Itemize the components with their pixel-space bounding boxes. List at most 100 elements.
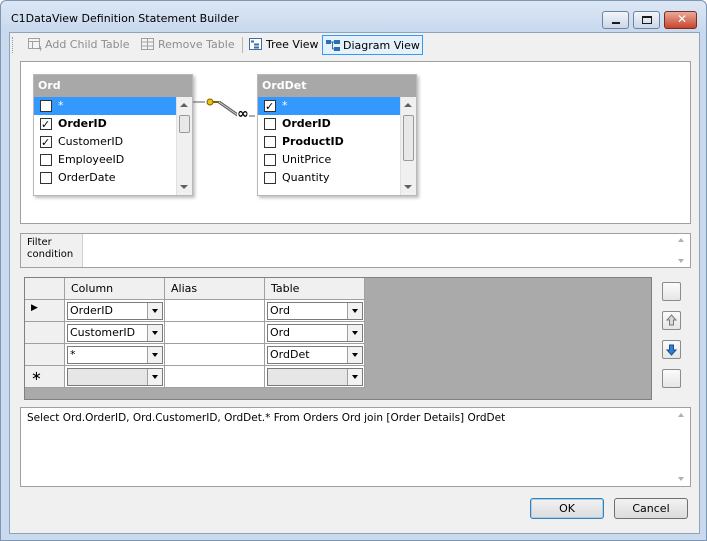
row-header[interactable]: ▶ <box>25 300 65 322</box>
column-combo[interactable]: CustomerID <box>67 324 163 342</box>
remove-table-button[interactable]: Remove Table <box>138 35 235 55</box>
field-checkbox[interactable] <box>40 134 52 152</box>
grid-cell-column[interactable] <box>65 366 165 388</box>
minimize-button[interactable] <box>602 11 629 29</box>
grid-cell-table[interactable]: OrdDet <box>265 344 365 366</box>
chevron-down-icon[interactable] <box>147 347 162 363</box>
field-checkbox[interactable] <box>264 98 276 116</box>
table-field-row[interactable]: UnitPrice <box>258 151 401 169</box>
sql-scrollbar[interactable] <box>674 408 690 486</box>
table-scrollbar-ord[interactable] <box>176 97 192 195</box>
table-combo[interactable]: OrdDet <box>267 346 363 364</box>
scroll-thumb[interactable] <box>403 115 414 161</box>
filter-condition-input[interactable] <box>85 234 673 267</box>
move-up-button[interactable] <box>662 311 681 330</box>
field-label: UnitPrice <box>282 153 332 166</box>
maximize-button[interactable] <box>633 11 660 29</box>
add-child-table-button[interactable]: + Add Child Table <box>25 35 129 55</box>
field-checkbox[interactable] <box>264 172 276 184</box>
table-field-row[interactable]: OrderID <box>258 115 401 133</box>
table-combo[interactable]: Ord <box>267 302 363 320</box>
field-checkbox[interactable] <box>40 116 52 134</box>
scroll-up-icon[interactable] <box>678 238 684 242</box>
row-header[interactable]: ∗ <box>25 366 65 388</box>
scroll-up-icon[interactable] <box>180 103 188 107</box>
blank-action-button-2[interactable] <box>662 369 681 388</box>
row-header[interactable] <box>25 322 65 344</box>
scroll-thumb[interactable] <box>179 115 190 133</box>
field-checkbox[interactable] <box>40 100 52 112</box>
scroll-down-icon[interactable] <box>678 477 684 481</box>
field-checkbox[interactable] <box>264 154 276 166</box>
chevron-down-icon[interactable] <box>347 325 362 341</box>
diagram-canvas[interactable]: Ord * OrderID CustomerID EmployeeID OrderDat… <box>20 61 691 224</box>
grid-cell-alias[interactable] <box>165 366 265 388</box>
grid-cell-column[interactable]: OrderID <box>65 300 165 322</box>
grid-row[interactable]: CustomerID Ord <box>25 322 365 344</box>
column-header-table[interactable]: Table <box>265 278 365 300</box>
chevron-down-icon[interactable] <box>347 347 362 363</box>
grid-row[interactable]: * OrdDet <box>25 344 365 366</box>
field-label: OrderDate <box>58 171 116 184</box>
field-checkbox[interactable] <box>264 136 276 148</box>
chevron-down-icon[interactable] <box>347 303 362 319</box>
field-checkbox[interactable] <box>40 154 52 166</box>
grid-cell-column[interactable]: CustomerID <box>65 322 165 344</box>
scroll-down-icon[interactable] <box>404 185 412 189</box>
grid-cell-table[interactable] <box>265 366 365 388</box>
current-row-icon: ▶ <box>31 303 38 313</box>
chevron-down-icon[interactable] <box>147 369 162 385</box>
table-field-row[interactable]: * <box>258 97 401 116</box>
column-header-column[interactable]: Column <box>65 278 165 300</box>
filter-scrollbar[interactable] <box>674 234 690 267</box>
column-combo[interactable] <box>67 368 163 386</box>
scroll-up-icon[interactable] <box>678 413 684 417</box>
grid-cell-alias[interactable] <box>165 344 265 366</box>
diagram-view-button[interactable]: Diagram View <box>322 35 423 55</box>
blank-action-button[interactable] <box>662 282 681 301</box>
column-combo[interactable]: OrderID <box>67 302 163 320</box>
table-scrollbar-orddet[interactable] <box>400 97 416 195</box>
table-field-row[interactable]: Quantity <box>258 169 401 187</box>
chevron-down-icon[interactable] <box>347 369 362 385</box>
column-header-alias[interactable]: Alias <box>165 278 265 300</box>
column-combo[interactable]: * <box>67 346 163 364</box>
field-checkbox[interactable] <box>40 172 52 184</box>
table-combo[interactable] <box>267 368 363 386</box>
table-field-row[interactable]: EmployeeID <box>34 151 177 169</box>
table-field-row[interactable]: CustomerID <box>34 133 177 152</box>
close-button[interactable]: ✕ <box>664 11 697 29</box>
title-bar[interactable]: C1DataView Definition Statement Builder … <box>1 1 706 33</box>
chevron-down-icon[interactable] <box>147 303 162 319</box>
sql-statement-box[interactable]: Select Ord.OrderID, Ord.CustomerID, OrdD… <box>20 407 691 487</box>
table-field-row[interactable]: * <box>34 97 177 115</box>
table-header-orddet[interactable]: OrdDet <box>258 75 416 97</box>
move-down-button[interactable] <box>662 340 681 359</box>
tree-view-button[interactable]: Tree View <box>246 35 319 55</box>
scroll-down-icon[interactable] <box>180 185 188 189</box>
row-header[interactable] <box>25 344 65 366</box>
grid-cell-column[interactable]: * <box>65 344 165 366</box>
field-label: * <box>58 99 64 112</box>
table-field-row[interactable]: ProductID <box>258 133 401 151</box>
table-combo[interactable]: Ord <box>267 324 363 342</box>
field-checkbox[interactable] <box>264 118 276 130</box>
grid-cell-alias[interactable] <box>165 300 265 322</box>
scroll-down-icon[interactable] <box>678 259 684 263</box>
grid-row[interactable]: ∗ <box>25 366 365 388</box>
table-field-row[interactable]: OrderID <box>34 115 177 134</box>
table-box-orddet[interactable]: OrdDet * OrderID ProductID UnitPrice Quantit… <box>257 74 417 196</box>
grid-cell-alias[interactable] <box>165 322 265 344</box>
grid-cell-table[interactable]: Ord <box>265 300 365 322</box>
ok-button[interactable]: OK <box>530 498 604 519</box>
table-box-ord[interactable]: Ord * OrderID CustomerID EmployeeID OrderDat… <box>33 74 193 196</box>
chevron-down-icon[interactable] <box>147 325 162 341</box>
cancel-button[interactable]: Cancel <box>614 498 688 519</box>
field-label: ProductID <box>282 135 344 148</box>
columns-grid[interactable]: Column Alias Table ▶ OrderID Ord CustomerID… <box>24 277 652 400</box>
table-header-ord[interactable]: Ord <box>34 75 192 97</box>
table-field-row[interactable]: OrderDate <box>34 169 177 187</box>
grid-cell-table[interactable]: Ord <box>265 322 365 344</box>
scroll-up-icon[interactable] <box>404 103 412 107</box>
grid-row[interactable]: ▶ OrderID Ord <box>25 300 365 322</box>
